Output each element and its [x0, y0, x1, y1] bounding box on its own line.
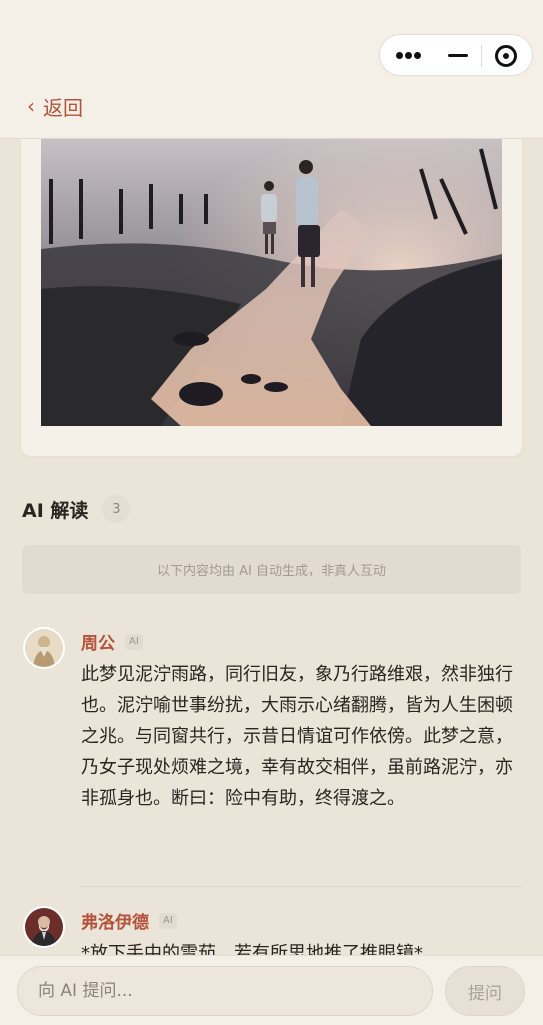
mini-program-capsule — [379, 34, 533, 76]
comment-header: 弗洛伊德 AI — [81, 908, 177, 933]
ask-input[interactable] — [17, 966, 433, 1016]
comment-zhougong: 周公 AI 此梦见泥泞雨路，同行旧友，象乃行路维艰，然非独行也。泥泞喻世事纷扰，… — [23, 627, 521, 877]
section-title: AI 解读 — [22, 499, 89, 522]
capsule-divider — [481, 45, 482, 67]
target-icon[interactable] — [495, 45, 517, 67]
back-label: 返回 — [43, 95, 83, 120]
ai-notice: 以下内容均由 AI 自动生成，非真人互动 — [22, 545, 521, 594]
dream-image-card — [21, 139, 522, 456]
comment-divider — [80, 886, 521, 887]
avatar[interactable] — [23, 906, 65, 948]
ai-interpretation-header: AI 解读 3 — [22, 495, 131, 523]
comment-header: 周公 AI — [81, 629, 143, 654]
ai-tag: AI — [125, 633, 143, 650]
author-name: 弗洛伊德 — [81, 913, 149, 933]
back-button[interactable]: ‹ 返回 — [27, 92, 83, 120]
ask-button[interactable]: 提问 — [445, 966, 525, 1016]
avatar[interactable] — [23, 627, 65, 669]
nav-header: ‹ 返回 — [0, 0, 543, 139]
minimize-icon[interactable] — [448, 54, 468, 57]
dream-illustration — [41, 139, 502, 426]
more-dots-icon[interactable] — [396, 52, 422, 60]
chevron-left-icon: ‹ — [27, 94, 35, 118]
comment-text: 此梦见泥泞雨路，同行旧友，象乃行路维艰，然非独行也。泥泞喻世事纷扰，大雨示心绪翻… — [81, 664, 513, 809]
count-badge: 3 — [102, 495, 131, 523]
ask-footer: 提问 — [0, 955, 543, 1025]
ai-tag: AI — [159, 912, 177, 929]
author-name: 周公 — [81, 634, 115, 654]
